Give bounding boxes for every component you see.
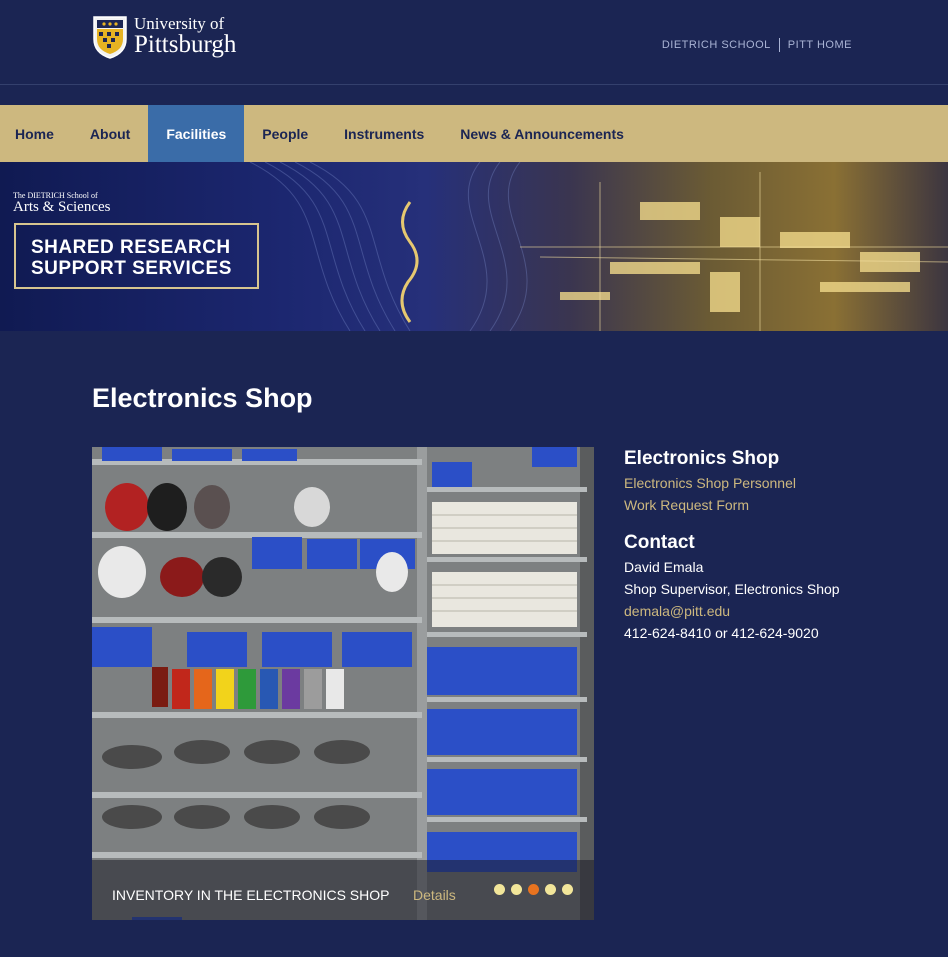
- logo-line-2: Pittsburgh: [134, 31, 237, 58]
- contact-phone: 412-624-8410 or 412-624-9020: [624, 625, 819, 641]
- slide-dot-4[interactable]: [545, 884, 556, 895]
- pitt-logo[interactable]: University of Pittsburgh: [92, 13, 236, 59]
- link-divider: [778, 38, 780, 52]
- logo-wordmark: University of Pittsburgh: [134, 15, 236, 57]
- nav-item-instruments[interactable]: Instruments: [326, 105, 442, 162]
- work-request-link[interactable]: Work Request Form: [624, 494, 924, 516]
- dietrich-school-link[interactable]: DIETRICH SCHOOL: [662, 39, 771, 51]
- slide-pager: [494, 884, 579, 895]
- pitt-home-link[interactable]: PITT HOME: [788, 39, 852, 51]
- nav-item-news[interactable]: News & Announcements: [442, 105, 642, 162]
- hero-banner: The DIETRICH School of Arts & Sciences S…: [0, 162, 948, 331]
- dietrich-line-2: Arts & Sciences: [13, 199, 111, 215]
- image-slideshow[interactable]: INVENTORY IN THE ELECTRONICS SHOP Detail…: [92, 447, 594, 920]
- contact-role: Shop Supervisor, Electronics Shop: [624, 581, 840, 597]
- electronics-shop-photo: [92, 447, 594, 920]
- dietrich-school-wordmark: The DIETRICH School of Arts & Sciences: [13, 192, 110, 215]
- sidebar: Electronics Shop Electronics Shop Person…: [624, 448, 924, 644]
- main-nav: Home About Facilities People Instruments…: [0, 105, 948, 162]
- slide-dot-3[interactable]: [528, 884, 539, 895]
- pitt-shield-icon: [93, 16, 127, 59]
- srss-title-box: SHARED RESEARCH SUPPORT SERVICES: [14, 223, 259, 289]
- site-header: University of Pittsburgh DIETRICH SCHOOL…: [0, 0, 948, 85]
- slide-dot-2[interactable]: [511, 884, 522, 895]
- nav-item-people[interactable]: People: [244, 105, 326, 162]
- contact-name: David Emala: [624, 559, 704, 575]
- slide-details-link[interactable]: Details: [413, 887, 456, 903]
- slide-caption: INVENTORY IN THE ELECTRONICS SHOP: [112, 887, 390, 903]
- nav-item-facilities[interactable]: Facilities: [148, 105, 245, 162]
- page-title: Electronics Shop: [92, 383, 313, 413]
- personnel-link[interactable]: Electronics Shop Personnel: [624, 472, 924, 494]
- nav-item-home[interactable]: Home: [0, 105, 72, 162]
- shop-heading: Electronics Shop: [624, 448, 780, 469]
- contact-email-link[interactable]: demala@pitt.edu: [624, 600, 924, 622]
- slide-dot-5[interactable]: [562, 884, 573, 895]
- srss-title-line-1: SHARED RESEARCH: [31, 237, 231, 258]
- logo-line-1: University of: [134, 14, 225, 33]
- slide-dot-1[interactable]: [494, 884, 505, 895]
- nav-item-about[interactable]: About: [72, 105, 148, 162]
- srss-title-line-2: SUPPORT SERVICES: [31, 258, 232, 279]
- utility-links: DIETRICH SCHOOL PITT HOME: [662, 38, 852, 52]
- slide-caption-bar: INVENTORY IN THE ELECTRONICS SHOP Detail…: [92, 860, 594, 920]
- contact-heading: Contact: [624, 532, 695, 553]
